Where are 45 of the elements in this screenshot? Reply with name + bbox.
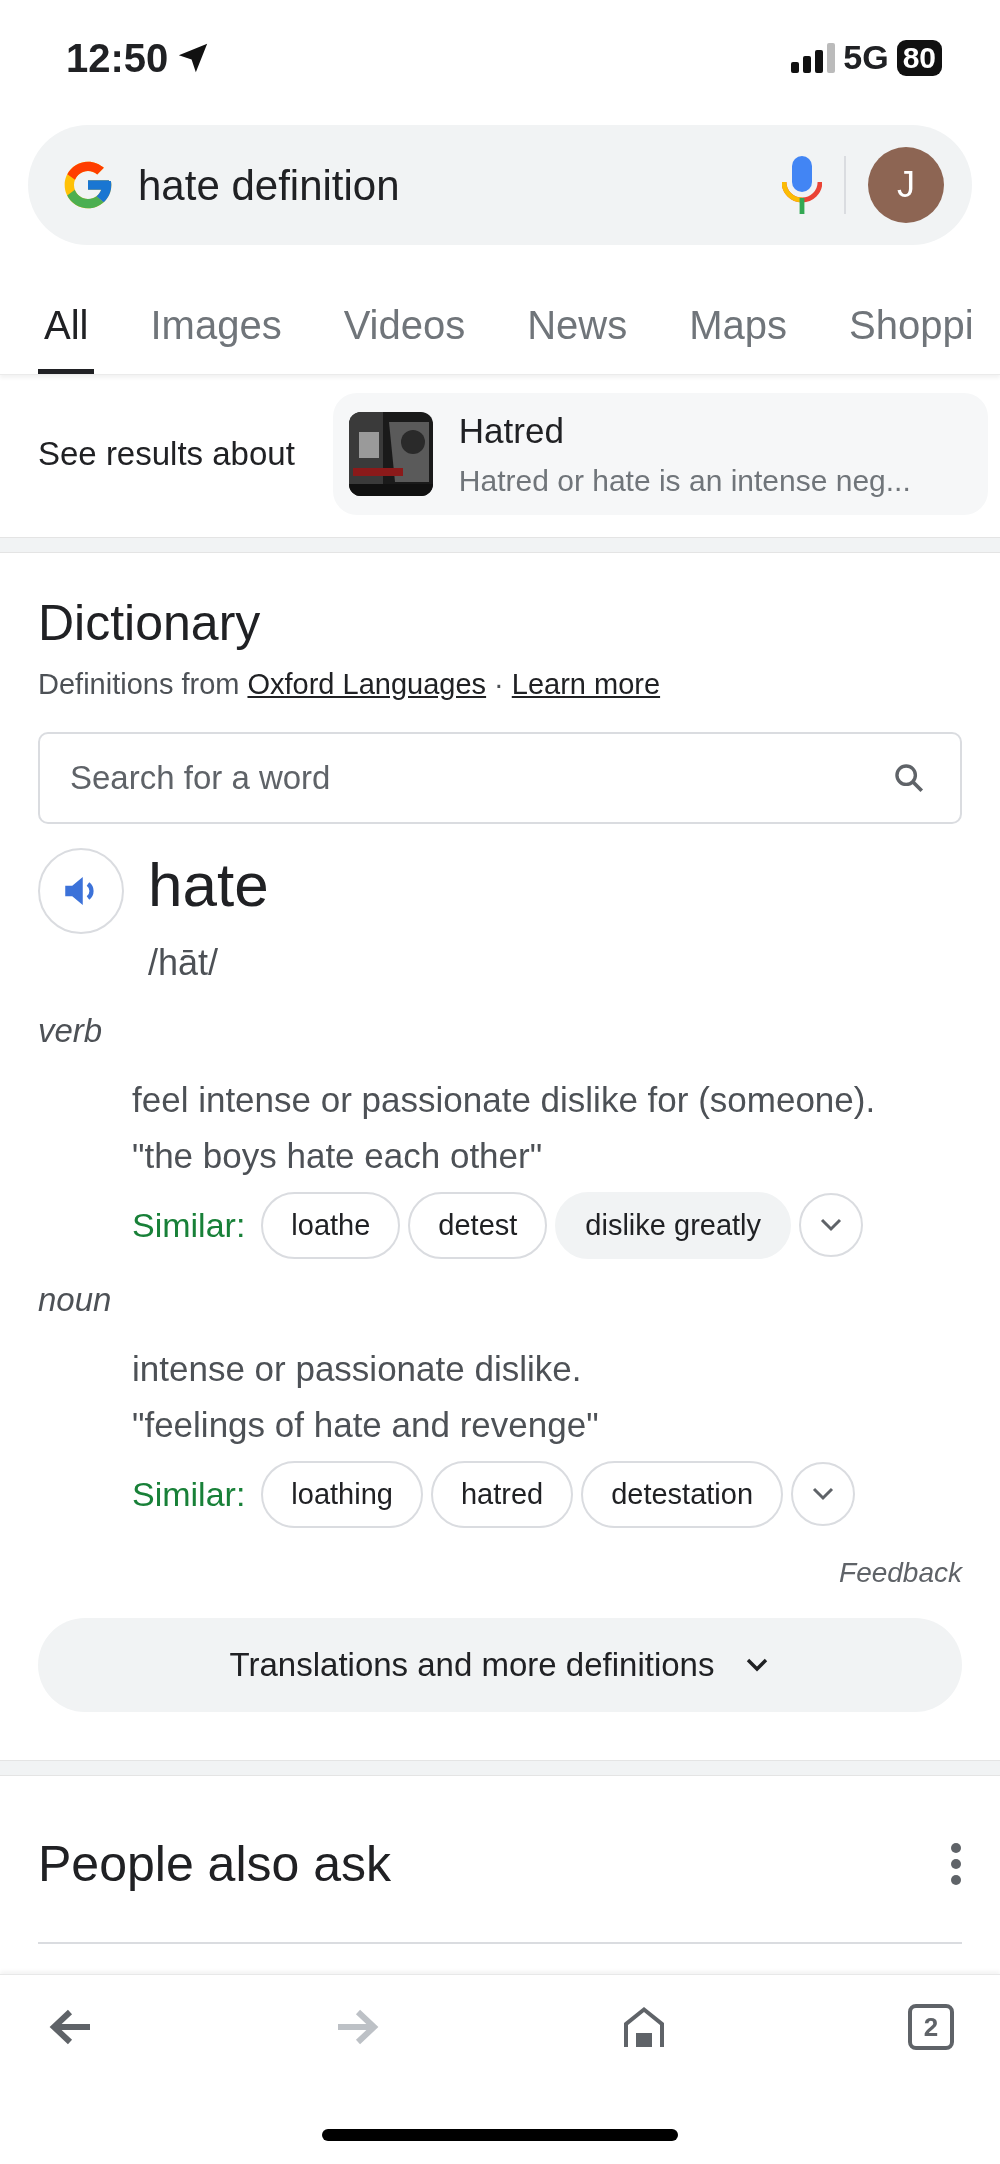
part-of-speech: verb [38,1011,104,1051]
more-definitions-button[interactable]: Translations and more definitions [38,1618,962,1712]
source-link[interactable]: Oxford Languages [247,662,487,706]
word-search-field[interactable]: Search for a word [38,732,962,824]
search-tab[interactable]: Maps [683,294,794,374]
headword: hate [148,854,269,916]
section-title: Dictionary [38,593,262,653]
synonym-chip[interactable]: dislike greatly [555,1191,792,1259]
clock-time: 12:50 [66,34,169,82]
phonetic-text: /hāt/ [148,941,220,985]
search-bar[interactable]: hate definition J [28,125,972,245]
network-label: 5G [843,37,889,78]
similar-label: Similar: [132,1473,246,1515]
search-tab[interactable]: Images [144,294,288,374]
synonym-chip[interactable]: detest [408,1191,548,1259]
search-query: hate definition [138,160,401,211]
battery-level: 80 [896,39,942,76]
part-of-speech: noun [38,1280,113,1320]
entity-card[interactable]: Hatred Hatred or hate is an intense neg... [332,393,988,515]
search-tab[interactable]: News [521,294,634,374]
microphone-icon[interactable] [782,156,822,214]
definition-text: intense or passionate dislike. [132,1347,583,1390]
source-text: Definitions from [38,666,240,702]
search-icon[interactable] [892,761,926,795]
synonym-chip[interactable]: loathing [261,1460,423,1528]
synonym-chip[interactable]: loathe [261,1191,401,1259]
search-tab[interactable]: Shoppi [843,294,980,374]
example-text: "the boys hate each other" [132,1134,544,1177]
similar-label: Similar: [132,1204,246,1246]
synonym-chip[interactable]: hatred [430,1460,574,1528]
search-tab[interactable]: All [38,294,95,374]
account-avatar[interactable]: J [868,147,944,223]
more-options-icon[interactable] [950,1842,962,1886]
entity-snippet: Hatred or hate is an intense neg... [458,462,911,499]
see-results-label: See results about [38,434,295,474]
entity-title: Hatred [458,410,565,452]
feedback-link[interactable]: Feedback [839,1552,962,1594]
synonym-chip[interactable]: detestation [581,1460,784,1528]
signal-icon [791,42,836,73]
example-text: "feelings of hate and revenge" [132,1403,600,1446]
section-title: People also ask [38,1835,391,1894]
learn-more-link[interactable]: Learn more [511,662,661,706]
search-tab[interactable]: Videos [337,294,472,374]
separator-dot: · [494,666,504,702]
definition-text: feel intense or passionate dislike for (someone). [132,1078,877,1121]
